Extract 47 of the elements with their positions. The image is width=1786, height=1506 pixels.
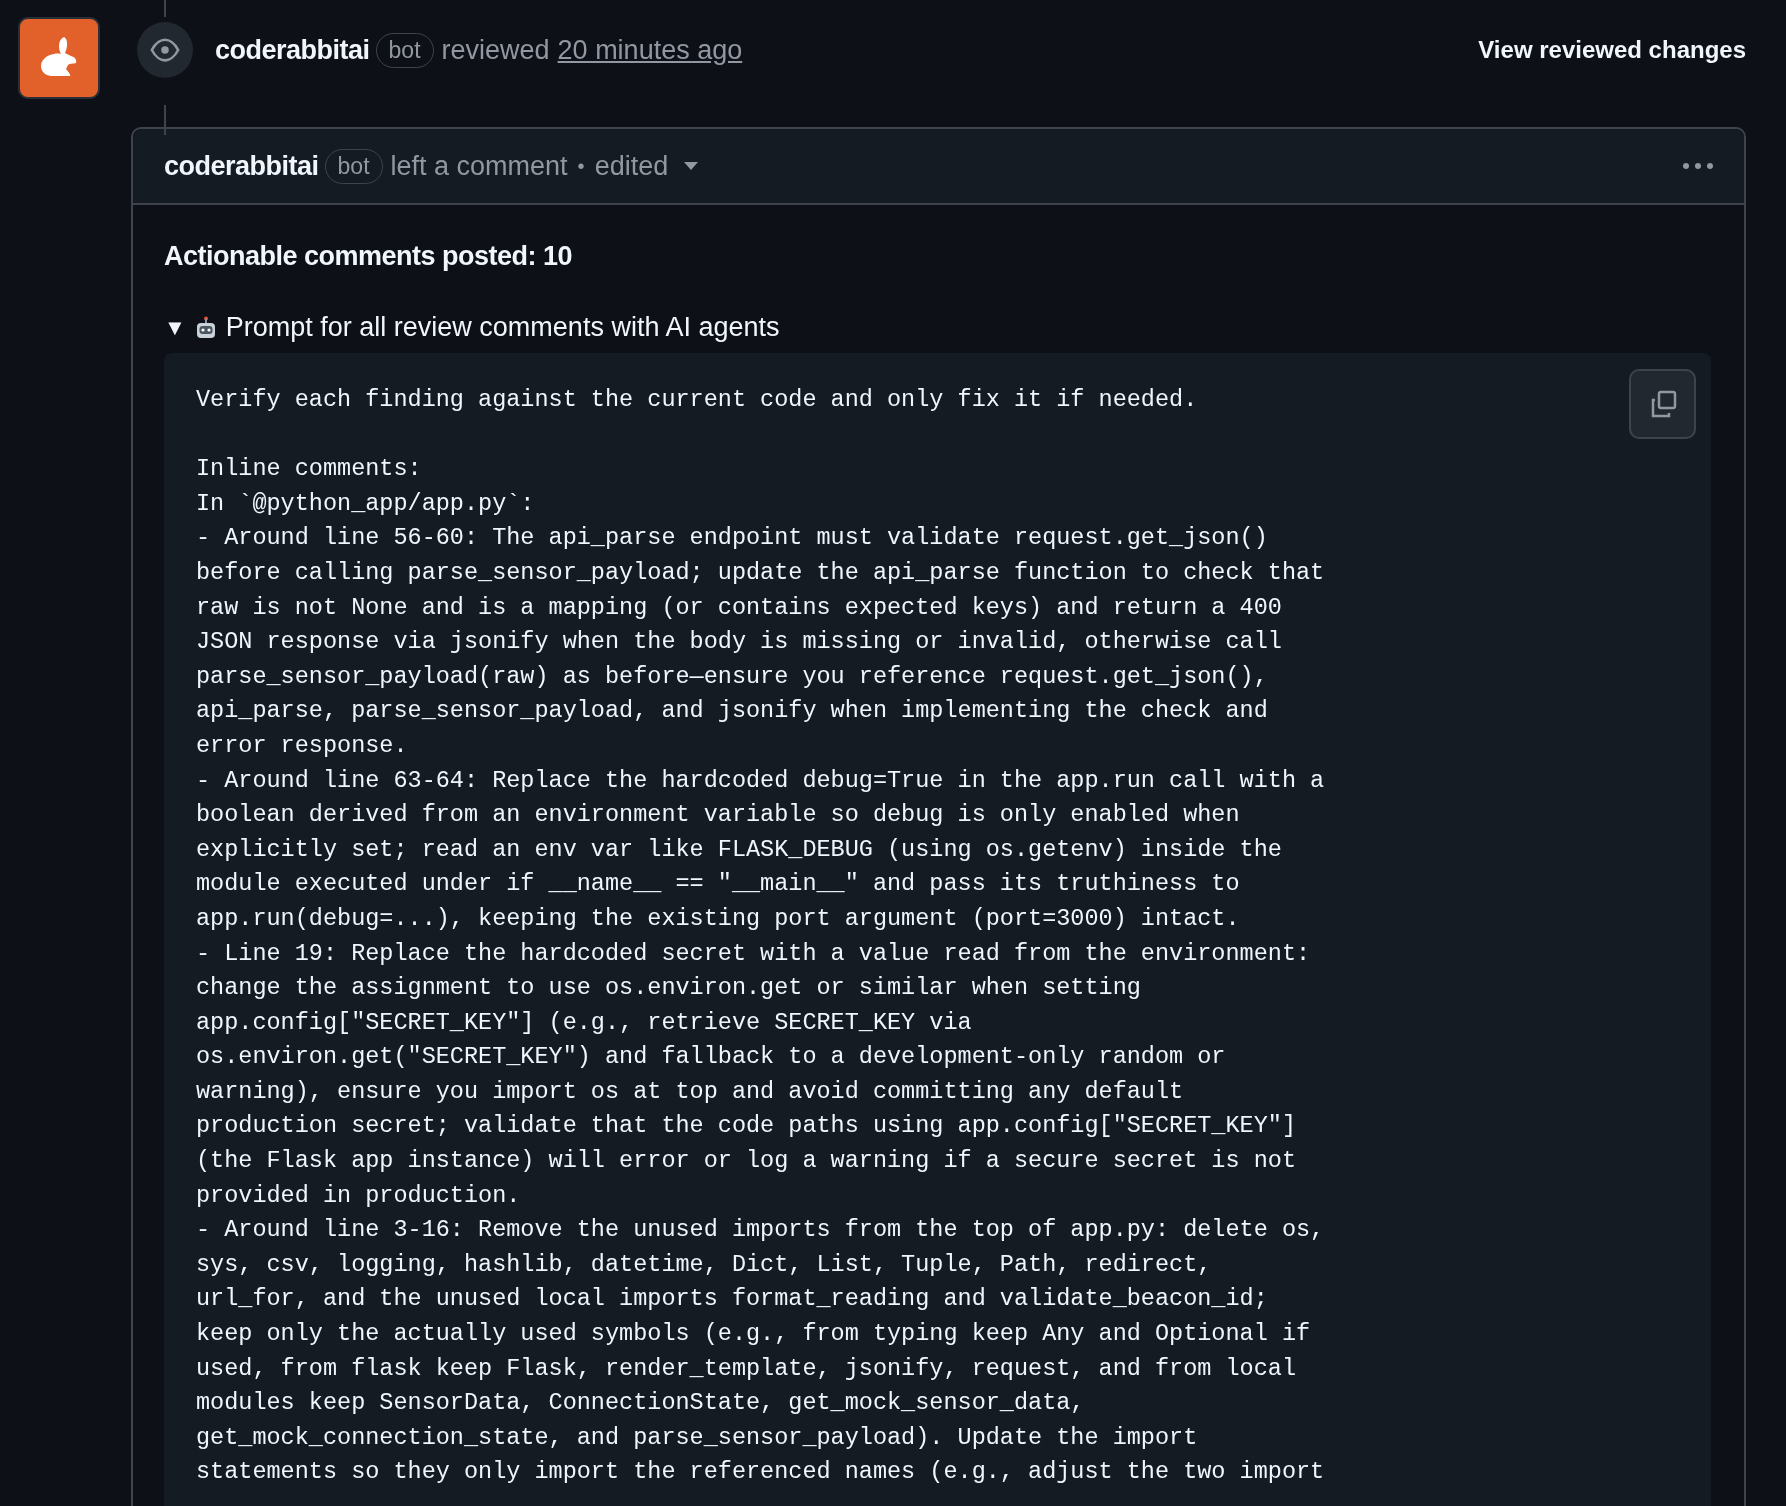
review-action: reviewed (441, 34, 550, 66)
code-line: - Around line 3-16: Remove the unused imports from the top of app.py: delete os, (196, 1215, 1325, 1246)
code-line: app.config["SECRET_KEY"] (e.g., retrieve SECRET_KEY via (196, 1007, 972, 1038)
code-line: app.run(debug=...), keeping the existing port argument (port=3000) intact. (196, 903, 1240, 934)
comment-heading: Actionable comments posted: 10 (164, 241, 574, 272)
code-line: modules keep SensorData, ConnectionState, get_mock_sensor_data, (196, 1388, 1085, 1419)
timestamp-link[interactable]: 20 minutes ago (557, 34, 743, 66)
code-line: sys, csv, logging, hashlib, datetime, Dict, List, Tuple, Path, redirect, (196, 1249, 1212, 1280)
code-line: warning), ensure you import os at top and avoid committing any default (196, 1076, 1184, 1107)
author-name[interactable]: coderabbitai (164, 150, 319, 182)
code-line: production secret; validate that the code paths using app.config["SECRET_KEY"] (196, 1111, 1296, 1142)
code-line: os.environ.get("SECRET_KEY") and fallback to a development-only random or (196, 1042, 1226, 1073)
code-line: provided in production. (196, 1180, 521, 1211)
code-line: change the assignment to use os.environ.get or similar when setting (196, 973, 1141, 1004)
disclosure-toggle[interactable]: ▼ (164, 314, 186, 341)
code-line: - Line 19: Replace the hardcoded secret with a value read from the environment: (196, 938, 1311, 969)
code-line: explicitly set; read an env var like FLASK_DEBUG (using os.getenv) inside the (196, 834, 1282, 865)
code-line: url_for, and the unused local imports format_reading and validate_beacon_id; (196, 1284, 1268, 1315)
code-line: - Around line 56-60: The api_parse endpoint must validate request.get_json() (196, 523, 1268, 554)
rabbit-avatar[interactable] (18, 17, 100, 99)
eye-icon (137, 22, 193, 78)
summary-text[interactable]: Prompt for all review comments with AI agents (225, 312, 780, 343)
code-line: keep only the actually used symbols (e.g., from typing keep Any and Optional if (196, 1319, 1311, 1350)
view-changes-link[interactable]: View reviewed changes (1478, 36, 1746, 64)
code-line: boolean derived from an environment variable so debug is only enabled when (196, 800, 1240, 831)
edited-label[interactable]: edited (594, 150, 669, 182)
caret-icon[interactable] (684, 162, 699, 170)
code-line: before calling parse_sensor_payload; update the api_parse function to check that (196, 557, 1325, 588)
code-line: JSON response via jsonify when the body is missing or invalid, otherwise call (196, 627, 1282, 658)
code-line: Inline comments: (196, 454, 422, 485)
code-line: - Around line 63-64: Replace the hardcoded debug=True in the app.run call with a (196, 765, 1325, 796)
comment-action: left a comment (390, 150, 568, 182)
code-line: In `@python_app/app.py`: (196, 488, 535, 519)
author-name[interactable]: coderabbitai (215, 34, 370, 66)
code-line: get_mock_connection_state, and parse_sensor_payload). Update the import (196, 1422, 1198, 1453)
code-line: api_parse, parse_sensor_payload, and jsonify when implementing the check and (196, 696, 1268, 727)
more-options-icon[interactable] (1682, 162, 1714, 170)
copy-button[interactable] (1629, 369, 1696, 439)
code-line: module executed under if __name__ == "__main__" and pass its truthiness to (196, 869, 1240, 900)
code-line: raw is not None and is a mapping (or contains expected keys) and return a 400 (196, 592, 1282, 623)
code-line: error response. (196, 730, 408, 761)
code-line: statements so they only import the referenced names (e.g., adjust the two import (196, 1457, 1325, 1488)
code-line: (the Flask app instance) will error or log a warning if a secure secret is not (196, 1146, 1296, 1177)
code-line: parse_sensor_payload(raw) as before—ensure you reference request.get_json(), (196, 661, 1268, 692)
separator-dot: • (577, 154, 585, 178)
code-line: Verify each finding against the current code and only fix it if needed. (196, 385, 1198, 415)
code-line: used, from flask keep Flask, render_template, jsonify, request, and from local (196, 1353, 1296, 1384)
